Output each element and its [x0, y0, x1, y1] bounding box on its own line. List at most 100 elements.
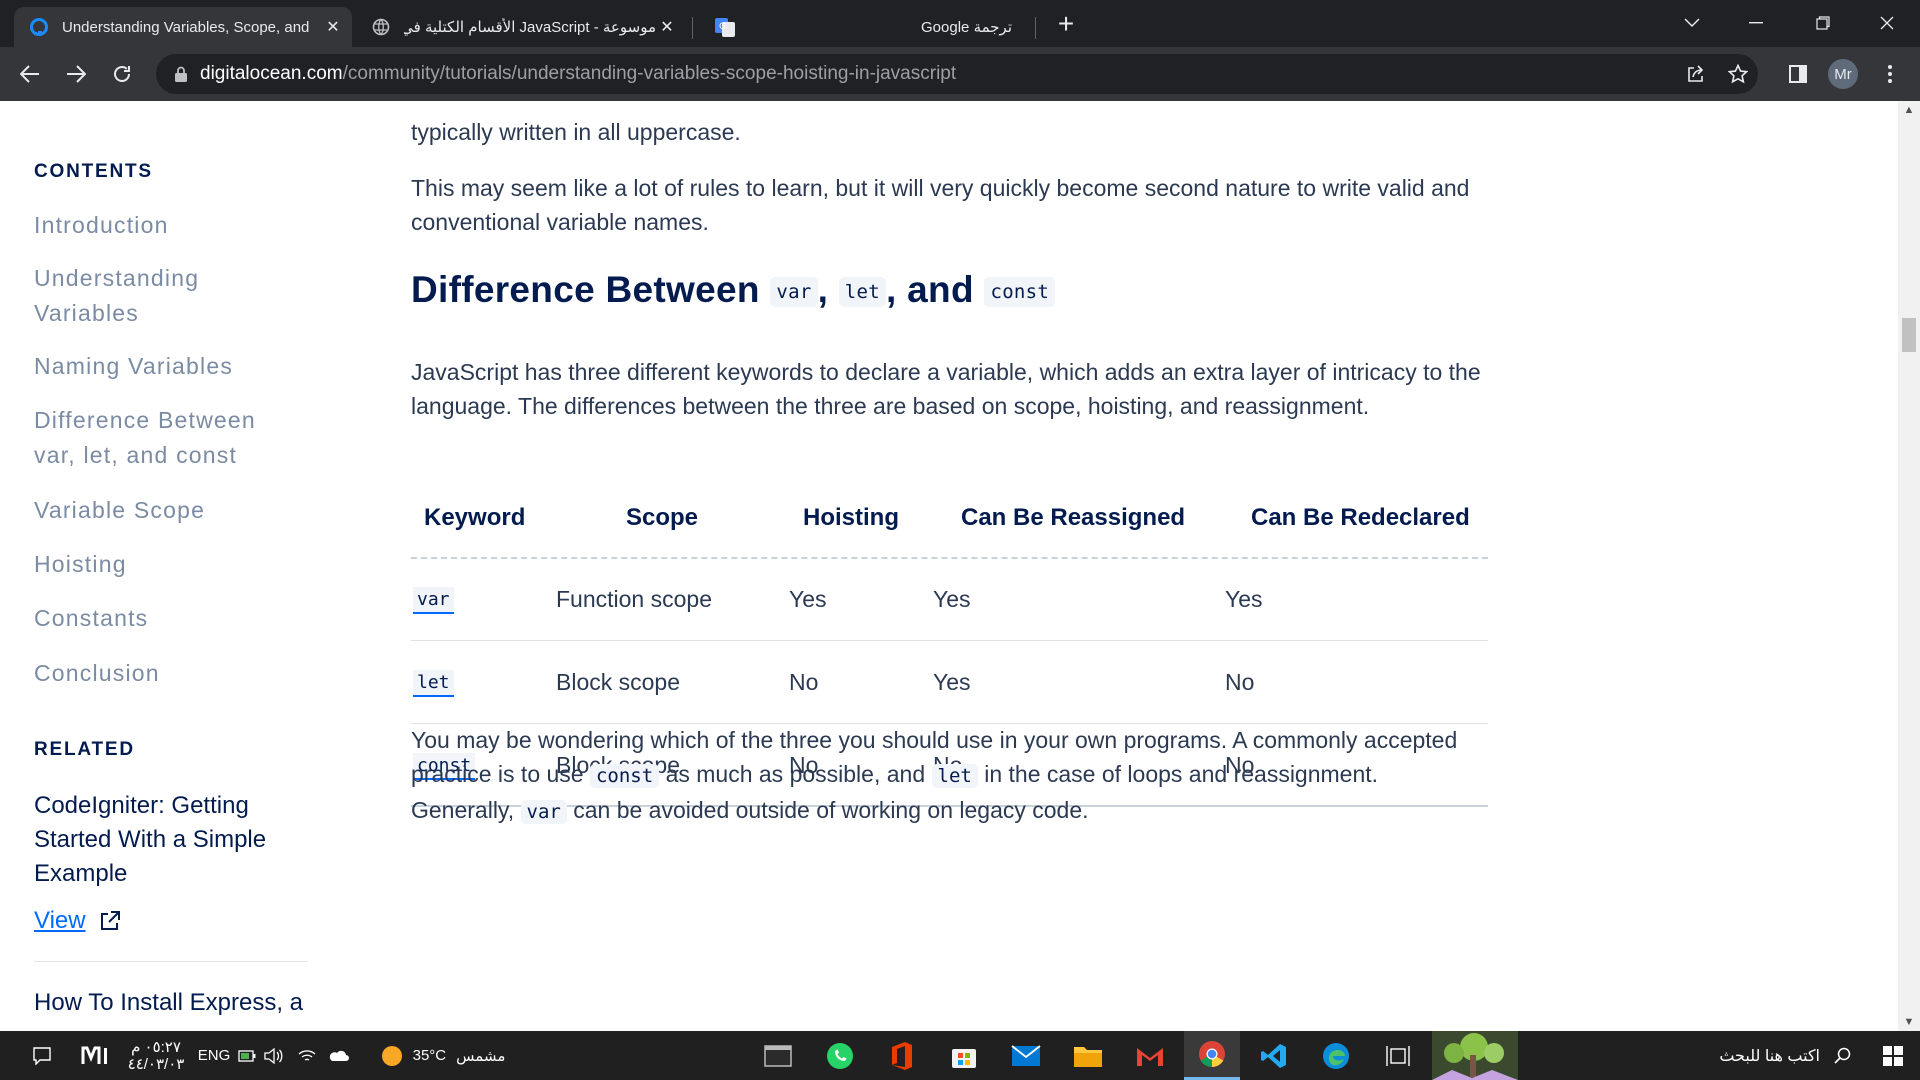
close-window-button[interactable] — [1864, 6, 1910, 40]
wifi-icon[interactable] — [296, 1031, 318, 1080]
tab-strip: Understanding Variables, Scope, and ✕ مو… — [0, 0, 1920, 47]
clock-date: ٤٤/٠٣/٠٣ — [127, 1055, 185, 1073]
section-heading-difference: Difference Between var, let, and const — [411, 269, 1056, 311]
browser-toolbar: digitalocean.com/community/tutorials/und… — [0, 47, 1920, 101]
table-header-rule — [411, 557, 1488, 559]
minimize-button[interactable] — [1733, 6, 1779, 40]
paragraph-uppercase-note: typically written in all uppercase. — [411, 119, 741, 145]
tab-google-translate[interactable]: G Google ترجمة — [700, 7, 1030, 47]
scroll-down-arrow-icon[interactable]: ▼ — [1898, 1013, 1920, 1031]
file-explorer-app-icon[interactable] — [1060, 1031, 1116, 1080]
mail-app-icon[interactable] — [998, 1031, 1054, 1080]
address-bar[interactable]: digitalocean.com/community/tutorials/und… — [156, 54, 1758, 94]
gmail-app-icon[interactable] — [1122, 1031, 1178, 1080]
google-translate-icon: G — [714, 16, 736, 38]
url-host: digitalocean.com — [200, 63, 343, 84]
language-indicator[interactable]: ENG — [194, 1031, 234, 1080]
vscode-app-icon[interactable] — [1246, 1031, 1302, 1080]
toc-link-variable-scope[interactable]: Variable Scope — [34, 493, 294, 528]
windows-start-icon[interactable] — [1866, 1031, 1920, 1080]
toc-link-constants[interactable]: Constants — [34, 601, 294, 636]
edge-app-icon[interactable] — [1308, 1031, 1364, 1080]
table-cell: No — [1225, 669, 1255, 695]
heading-code-const: const — [984, 277, 1056, 307]
toc-link-hoisting[interactable]: Hoisting — [34, 547, 294, 582]
notification-center-icon[interactable] — [22, 1031, 62, 1080]
table-header-hoisting: Hoisting — [803, 504, 899, 531]
table-cell: Yes — [933, 586, 971, 612]
share-icon[interactable] — [1680, 58, 1712, 90]
scroll-up-arrow-icon[interactable]: ▲ — [1898, 101, 1920, 119]
clock[interactable]: ٠٥:٢٧ م ٤٤/٠٣/٠٣ — [124, 1031, 188, 1080]
menu-kebab-icon[interactable] — [1874, 58, 1906, 90]
heading-separator: , — [817, 269, 829, 310]
whatsapp-app-icon[interactable] — [812, 1031, 868, 1080]
volume-icon[interactable] — [262, 1031, 286, 1080]
clipped-paragraph-line — [411, 101, 1491, 111]
language-label: ENG — [197, 1047, 231, 1064]
table-cell: Function scope — [556, 586, 712, 612]
bookmark-star-icon[interactable] — [1722, 58, 1754, 90]
tab-title: موسوعة - JavaScript الأقسام الكتلية في — [404, 19, 656, 36]
keyword-code[interactable]: let — [413, 670, 454, 697]
clock-time: ٠٥:٢٧ م — [131, 1038, 181, 1056]
close-tab-icon[interactable]: ✕ — [322, 17, 344, 37]
lock-icon[interactable] — [174, 66, 188, 82]
inline-code-var: var — [520, 800, 567, 824]
microsoft-store-app-icon[interactable] — [936, 1031, 992, 1080]
paragraph-naming-rules: This may seem like a lot of rules to lea… — [411, 175, 1470, 235]
office-app-icon[interactable] — [874, 1031, 930, 1080]
contents-heading: CONTENTS — [34, 161, 153, 182]
table-cell: Yes — [1225, 586, 1263, 612]
globe-icon — [370, 16, 392, 38]
new-tab-button[interactable]: + — [1053, 8, 1079, 40]
toc-link-conclusion[interactable]: Conclusion — [34, 656, 294, 691]
url-path: /community/tutorials/understanding-varia… — [342, 63, 957, 84]
profile-avatar[interactable]: Mr — [1828, 59, 1858, 89]
view-link-label[interactable]: View — [34, 907, 86, 935]
heading-separator: , and — [886, 269, 974, 310]
related-view-link[interactable]: View — [34, 907, 120, 935]
heading-code-var: var — [770, 277, 818, 307]
battery-icon[interactable] — [236, 1031, 258, 1080]
onedrive-cloud-icon[interactable] — [324, 1031, 352, 1080]
para-text: as much as possible, and — [665, 761, 926, 787]
related-article-title[interactable]: How To Install Express, a — [34, 986, 304, 1020]
toc-link-naming-variables[interactable]: Naming Variables — [34, 349, 294, 384]
heading-code-let: let — [838, 277, 887, 307]
sun-icon — [381, 1045, 402, 1066]
toc-link-introduction[interactable]: Introduction — [34, 208, 294, 243]
heading-text: Difference Between — [411, 269, 760, 310]
forward-button[interactable] — [60, 58, 92, 90]
reload-button[interactable] — [106, 58, 138, 90]
terminal-app-icon[interactable] — [750, 1031, 806, 1080]
app-tray-icon[interactable] — [76, 1031, 116, 1080]
tab-search-chevron-icon[interactable] — [1669, 6, 1715, 40]
inline-code-const: const — [589, 764, 660, 788]
restore-button[interactable] — [1800, 6, 1846, 40]
related-article-title[interactable]: CodeIgniter: Getting Started With a Simp… — [34, 789, 304, 891]
search-icon — [1834, 1047, 1851, 1064]
toc-link-difference-between[interactable]: Difference Between var, let, and const — [34, 403, 304, 473]
back-button[interactable] — [14, 58, 46, 90]
weather-widget[interactable]: 35°C مشمس — [368, 1031, 518, 1080]
close-tab-icon[interactable]: ✕ — [656, 17, 678, 37]
tab-mawsoua[interactable]: موسوعة - JavaScript الأقسام الكتلية في ✕ — [356, 7, 686, 47]
weather-temperature: 35°C — [412, 1047, 447, 1064]
table-header-reassigned: Can Be Reassigned — [961, 504, 1186, 531]
search-highlight-illustration[interactable] — [1432, 1031, 1518, 1080]
side-panel-icon[interactable] — [1782, 58, 1814, 90]
search-box[interactable]: اكتب هنا للبحث — [1530, 1031, 1860, 1080]
search-placeholder: اكتب هنا للبحث — [1719, 1047, 1820, 1065]
page-content: CONTENTS Introduction Understanding Vari… — [0, 101, 1898, 1031]
keyword-code[interactable]: var — [413, 587, 454, 614]
toc-link-understanding-variables[interactable]: Understanding Variables — [34, 261, 264, 331]
scrollbar-thumb[interactable] — [1902, 318, 1916, 352]
chrome-app-icon[interactable] — [1184, 1031, 1240, 1080]
task-view-icon[interactable] — [1370, 1031, 1426, 1080]
page-scrollbar[interactable]: ▲ ▼ — [1898, 101, 1920, 1031]
inline-code-let: let — [931, 764, 978, 788]
tab-digitalocean[interactable]: Understanding Variables, Scope, and ✕ — [14, 7, 352, 47]
external-link-icon — [100, 911, 120, 930]
digitalocean-icon — [28, 16, 50, 38]
